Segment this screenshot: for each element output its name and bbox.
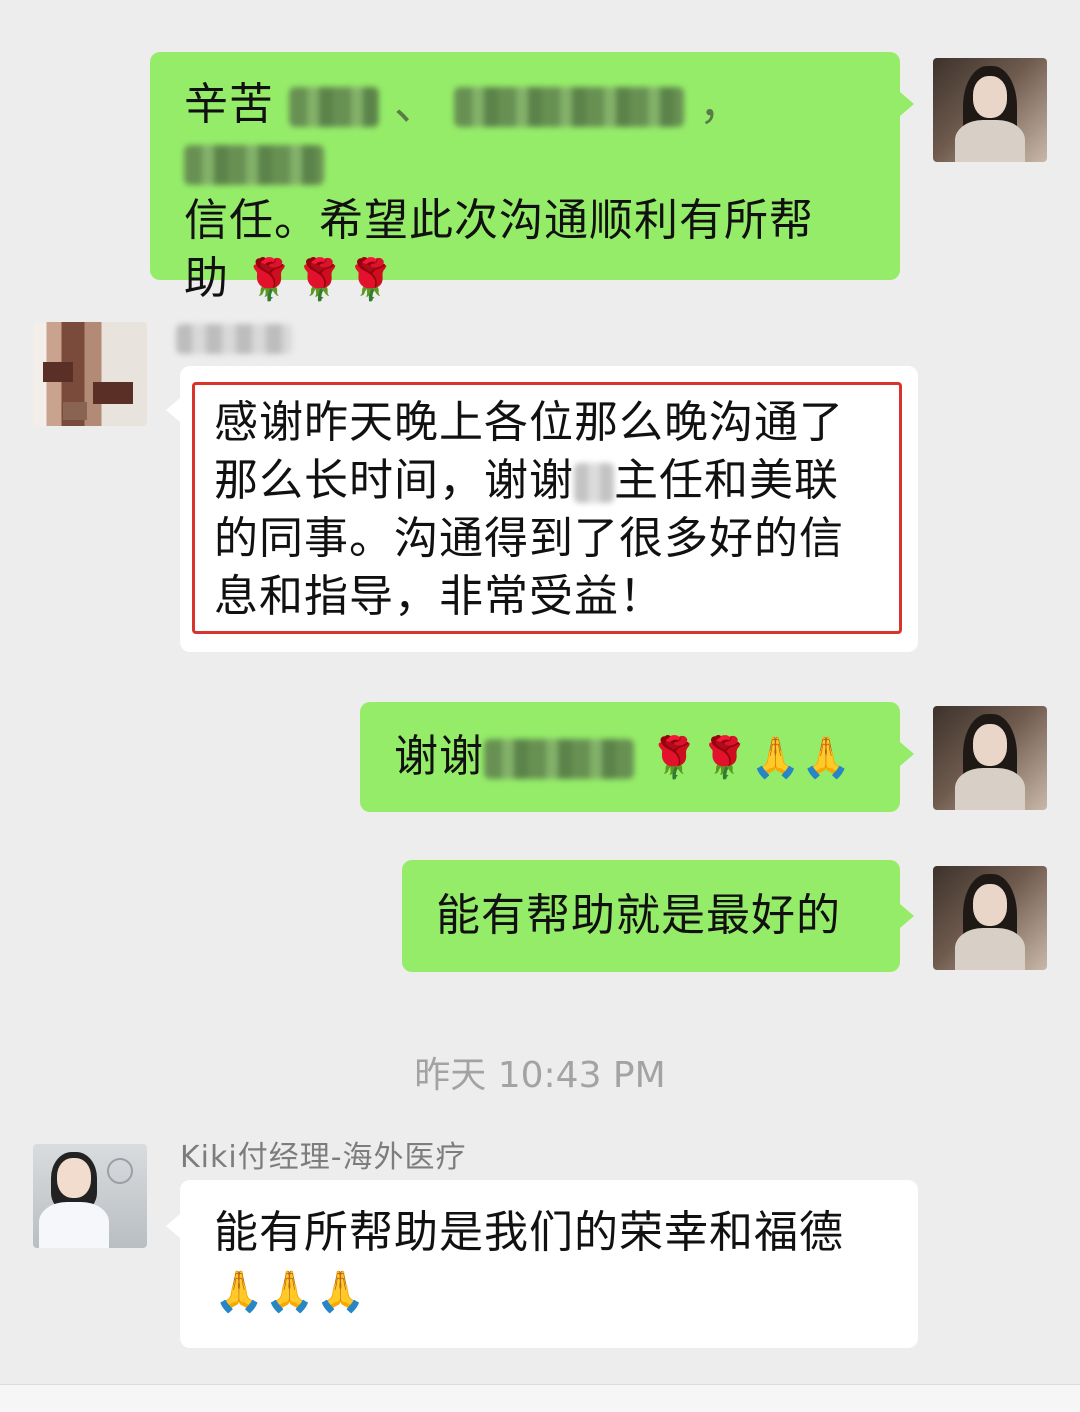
message-line: 能有所帮助是我们的荣幸和福德 [214,1207,844,1258]
message-text: 辛苦 [184,79,274,130]
sender-name: Kiki付经理-海外医疗 [180,1140,467,1175]
rose-pray-emoji: 🌹🌹🙏🙏 [649,735,853,781]
message-line: 助 🌹🌹🌹 [184,253,397,304]
bubble-tail [900,904,914,928]
self-avatar[interactable] [933,706,1047,810]
redacted-text [454,87,684,127]
message-line: 息和指导，非常受益！ [214,571,664,622]
redacted-text [484,739,634,779]
contact-name-redacted [176,324,292,354]
message-text: 谢谢 [394,731,484,782]
message-line: 辛苦 、 ， [184,76,866,192]
bubble-tail [900,92,914,116]
message-bubble-self[interactable]: 辛苦 、 ， 信任。希望此次沟通顺利有所帮 助 🌹🌹🌹 [150,52,900,304]
message-line: 感谢昨天晚上各位那么晚沟通了 [214,397,844,448]
message-line: 的同事。沟通得到了很多好的信 [214,513,844,564]
message-bubble-self[interactable]: 能有帮助就是最好的 [402,860,900,972]
redacted-text [574,463,614,503]
message-text: 能有帮助就是最好的 [436,890,841,941]
bubble-tail [166,398,180,422]
message-bubble-contact[interactable]: 感谢昨天晚上各位那么晚沟通了 那么长时间，谢谢 主任和美联 的同事。沟通得到了很多… [180,366,918,652]
redacted-text [184,145,324,185]
rose-emoji: 🌹🌹🌹 [244,257,397,303]
message-line: 那么长时间，谢谢 主任和美联 [214,455,839,506]
message-line: 信任。希望此次沟通顺利有所帮 [184,195,814,246]
kiki-avatar[interactable] [33,1144,147,1248]
bubble-tail [166,1214,180,1238]
chat-timestamp: 昨天 10:43 PM [414,1055,666,1096]
pray-emoji: 🙏🙏🙏 [214,1269,367,1315]
message-bubble-contact[interactable]: 能有所帮助是我们的荣幸和福德 🙏🙏🙏 [180,1180,918,1348]
contact-avatar[interactable] [33,322,147,426]
self-avatar[interactable] [933,58,1047,162]
input-bar-edge [0,1384,1080,1412]
message-line: 🙏🙏🙏 [214,1262,884,1321]
redacted-text [289,87,379,127]
message-bubble-self[interactable]: 谢谢 🌹🌹🙏🙏 [360,702,900,812]
bubble-tail [900,742,914,766]
self-avatar[interactable] [933,866,1047,970]
